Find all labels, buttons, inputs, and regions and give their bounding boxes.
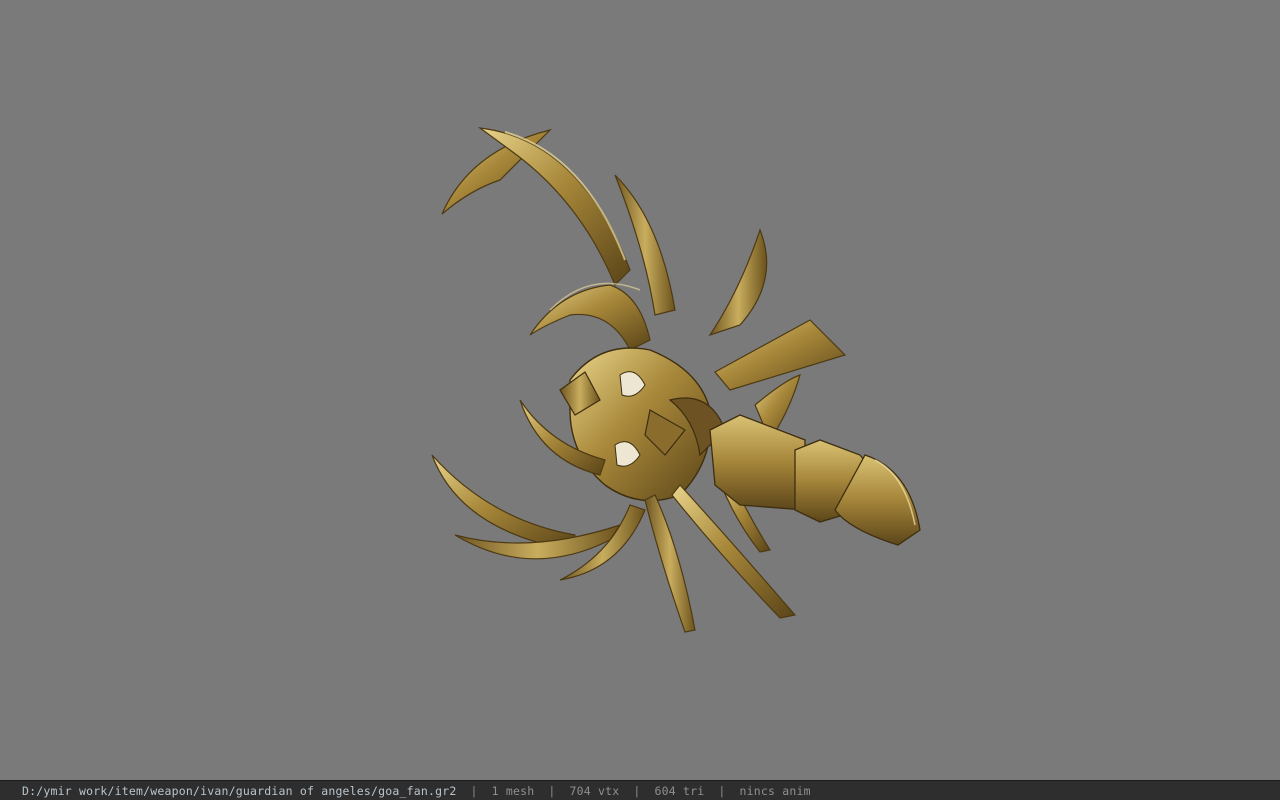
vertex-count: 704 vtx [569,783,620,798]
status-separator: | [718,783,726,798]
triangle-count: 604 tri [654,783,705,798]
animation-info: nincs anim [739,783,811,798]
status-bar: D:/ymir work/item/weapon/ivan/guardian o… [0,780,1280,800]
mesh-count: 1 mesh [491,783,535,798]
file-path: D:/ymir work/item/weapon/ivan/guardian o… [22,783,457,798]
status-separator: | [633,783,641,798]
weapon-model-render[interactable] [410,110,950,650]
status-separator: | [470,783,478,798]
status-separator: | [548,783,556,798]
3d-viewport[interactable] [0,0,1280,780]
